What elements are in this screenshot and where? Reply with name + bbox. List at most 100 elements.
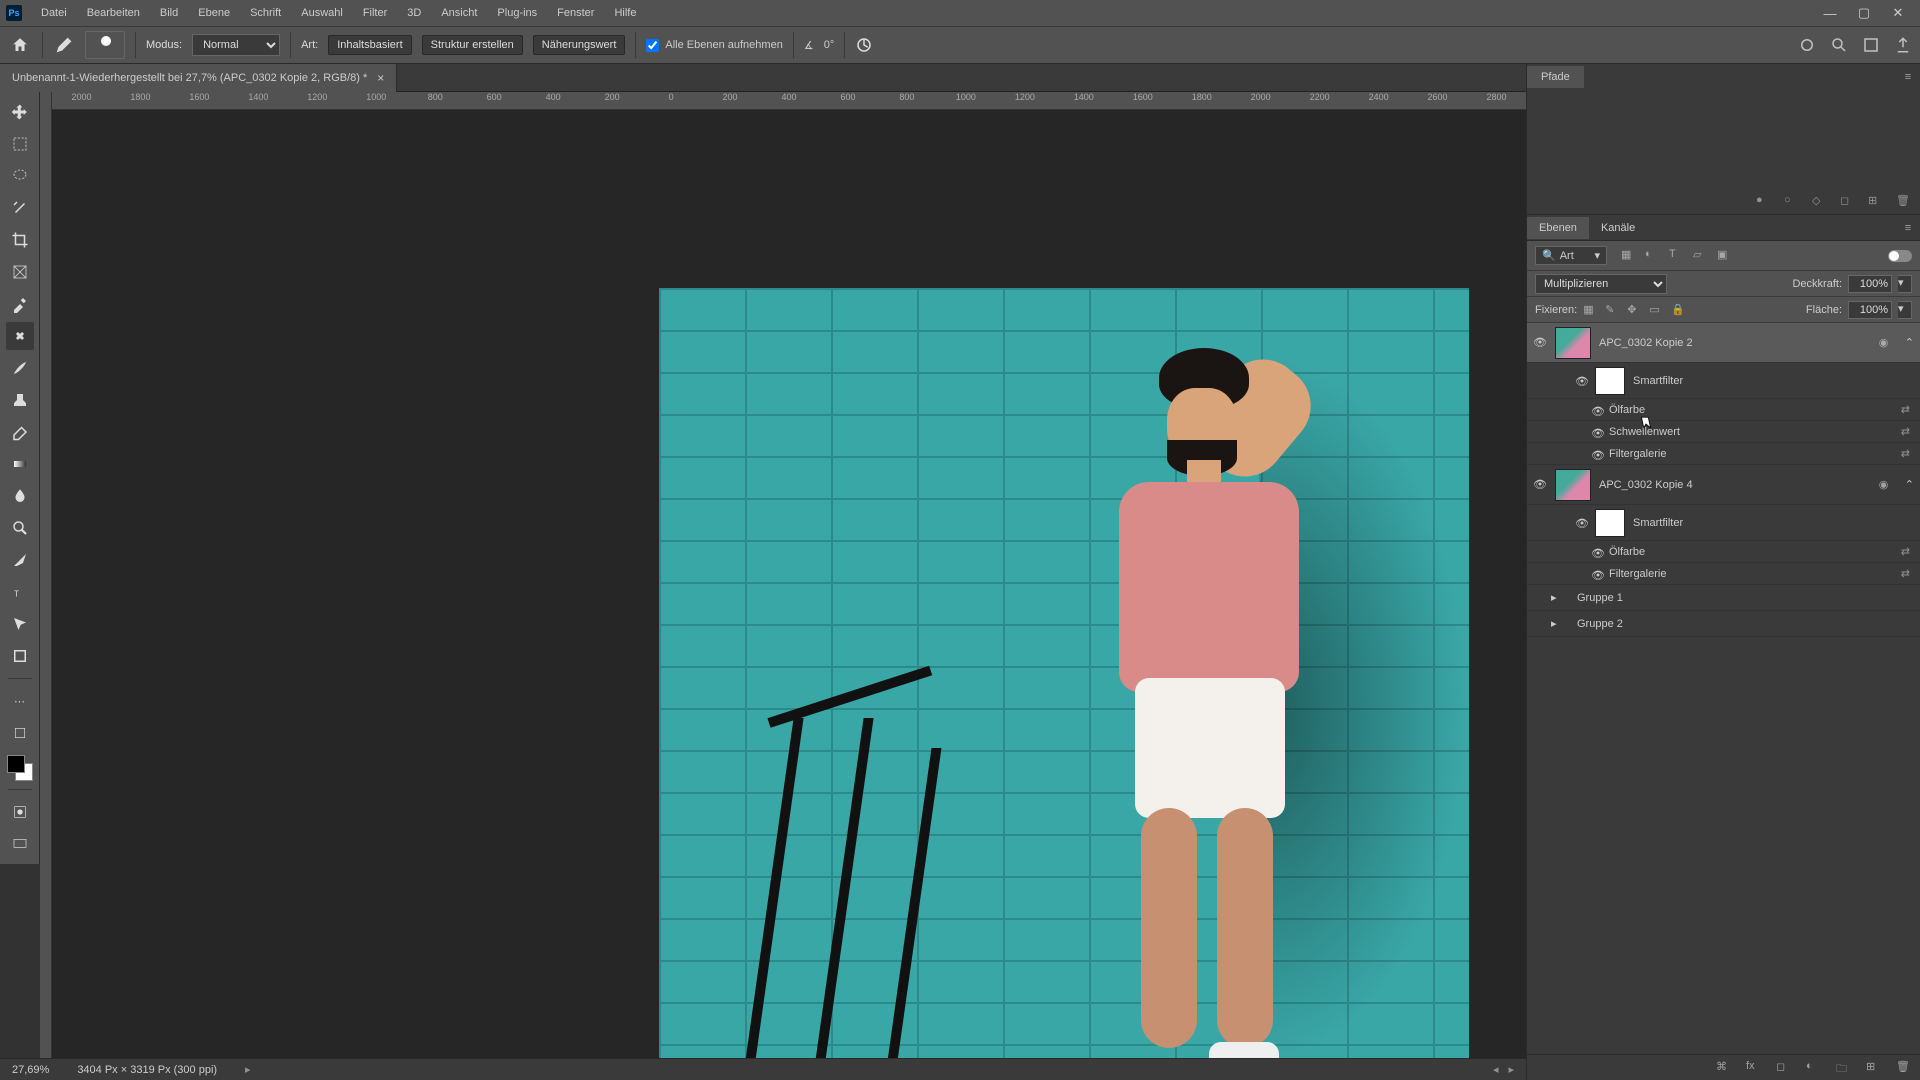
share-icon[interactable] [1894, 36, 1912, 54]
workspace-icon[interactable] [1862, 36, 1880, 54]
frame-tool[interactable] [6, 258, 34, 286]
blur-tool[interactable] [6, 482, 34, 510]
visibility-icon[interactable]: 👁 [1591, 427, 1601, 437]
panel-menu-icon[interactable]: ≡ [1896, 71, 1920, 83]
opacity-dropdown[interactable]: ▾ [1898, 275, 1912, 293]
smartfilter-row[interactable]: 👁 Smartfilter [1527, 505, 1920, 541]
filter-options-icon[interactable]: ⇄ [1901, 545, 1910, 558]
path-stroke-icon[interactable]: ○ [1784, 194, 1800, 210]
filter-options-icon[interactable]: ⇄ [1901, 425, 1910, 438]
path-new-icon[interactable]: ⊞ [1868, 194, 1884, 210]
menu-auswahl[interactable]: Auswahl [292, 3, 352, 23]
lock-pixels-icon[interactable]: ▦ [1583, 303, 1597, 317]
smart-filter-badge-icon[interactable]: ◉ [1879, 478, 1893, 492]
visibility-icon[interactable]: 👁 [1575, 517, 1587, 529]
color-swatch[interactable] [7, 755, 33, 781]
fx-icon[interactable]: fx [1746, 1060, 1762, 1076]
ruler-horizontal[interactable]: 2000 1800 1600 1400 1200 1000 800 600 40… [52, 92, 1526, 110]
filter-row[interactable]: 👁Filtergalerie⇄ [1527, 563, 1920, 585]
chk-alle-ebenen-box[interactable] [646, 39, 659, 52]
expand-icon[interactable]: ▸ [1551, 591, 1561, 604]
lock-brush-icon[interactable]: ✎ [1605, 303, 1619, 317]
expand-icon[interactable]: ▸ [1551, 617, 1561, 630]
layer-name[interactable]: APC_0302 Kopie 4 [1599, 479, 1871, 491]
scroll-left-icon[interactable]: ◂ [1493, 1063, 1499, 1076]
cloud-icon[interactable] [1798, 36, 1816, 54]
group-row[interactable]: ▸ Gruppe 1 [1527, 585, 1920, 611]
layer-thumbnail[interactable] [1555, 327, 1591, 359]
quickmask-tool[interactable] [6, 798, 34, 826]
filter-row[interactable]: 👁Filtergalerie⇄ [1527, 443, 1920, 465]
btn-struktur[interactable]: Struktur erstellen [422, 35, 523, 55]
visibility-icon[interactable]: 👁 [1591, 547, 1601, 557]
tab-pfade[interactable]: Pfade [1527, 66, 1584, 88]
smartfilter-row[interactable]: 👁 Smartfilter [1527, 363, 1920, 399]
menu-schrift[interactable]: Schrift [241, 3, 290, 23]
smart-filter-badge-icon[interactable]: ◉ [1879, 336, 1893, 350]
close-button[interactable]: ✕ [1882, 3, 1914, 23]
filter-options-icon[interactable]: ⇄ [1901, 567, 1910, 580]
zoom-level[interactable]: 27,69% [12, 1064, 49, 1076]
filter-smart-icon[interactable]: ▣ [1717, 248, 1733, 264]
doc-dimensions[interactable]: 3404 Px × 3319 Px (300 ppi) [77, 1064, 217, 1076]
shape-tool[interactable] [6, 642, 34, 670]
filter-row[interactable]: 👁Schwellenwert⇄ [1527, 421, 1920, 443]
document-tab[interactable]: Unbenannt-1-Wiederhergestellt bei 27,7% … [0, 64, 397, 92]
minimize-button[interactable]: — [1814, 3, 1846, 23]
path-selection-icon[interactable]: ◇ [1812, 194, 1828, 210]
crop-tool[interactable] [6, 226, 34, 254]
layer-name[interactable]: APC_0302 Kopie 2 [1599, 337, 1871, 349]
more-tools[interactable]: ⋯ [6, 687, 34, 715]
lock-all-icon[interactable]: 🔒 [1671, 303, 1685, 317]
menu-fenster[interactable]: Fenster [548, 3, 603, 23]
stamp-tool[interactable] [6, 386, 34, 414]
path-fill-icon[interactable]: ● [1756, 194, 1772, 210]
btn-naeherung[interactable]: Näherungswert [533, 35, 626, 55]
eyedropper-tool[interactable] [6, 290, 34, 318]
chk-alle-ebenen[interactable]: Alle Ebenen aufnehmen [646, 39, 782, 52]
expand-icon[interactable]: ⌃ [1905, 478, 1914, 491]
menu-hilfe[interactable]: Hilfe [605, 3, 645, 23]
eraser-tool[interactable] [6, 418, 34, 446]
layer-filter-select[interactable]: 🔍 Art ▾ [1535, 246, 1607, 265]
path-delete-icon[interactable]: 🗑 [1896, 194, 1912, 210]
menu-bild[interactable]: Bild [151, 3, 187, 23]
panel-menu-icon[interactable]: ≡ [1896, 222, 1920, 234]
scroll-right-icon[interactable]: ▸ [1508, 1063, 1514, 1076]
move-tool[interactable] [6, 98, 34, 126]
tab-ebenen[interactable]: Ebenen [1527, 217, 1589, 239]
lock-move-icon[interactable]: ✥ [1627, 303, 1641, 317]
link-icon[interactable]: ⌘ [1716, 1060, 1732, 1076]
delete-icon[interactable]: 🗑 [1896, 1060, 1912, 1076]
layer-row[interactable]: 👁 APC_0302 Kopie 4 ◉ ⌃ [1527, 465, 1920, 505]
angle-icon[interactable]: ∡ [804, 39, 814, 52]
angle-value[interactable]: 0° [824, 39, 835, 51]
menu-filter[interactable]: Filter [354, 3, 396, 23]
menu-bearbeiten[interactable]: Bearbeiten [78, 3, 149, 23]
filter-shape-icon[interactable]: ▱ [1693, 248, 1709, 264]
heal-tool[interactable] [6, 322, 34, 350]
modus-select[interactable]: Normal [192, 34, 280, 56]
filter-pixel-icon[interactable]: ▦ [1621, 248, 1637, 264]
btn-inhaltsbasiert[interactable]: Inhaltsbasiert [328, 35, 411, 55]
group-name[interactable]: Gruppe 2 [1577, 618, 1623, 630]
path-tool[interactable] [6, 610, 34, 638]
group-icon[interactable]: 🗀 [1836, 1060, 1852, 1076]
menu-ansicht[interactable]: Ansicht [432, 3, 486, 23]
layer-row[interactable]: 👁 APC_0302 Kopie 2 ◉ ⌃ [1527, 323, 1920, 363]
close-tab-icon[interactable]: × [377, 71, 384, 85]
screenmode-tool[interactable] [6, 830, 34, 858]
group-row[interactable]: ▸ Gruppe 2 [1527, 611, 1920, 637]
menu-ebene[interactable]: Ebene [189, 3, 239, 23]
filter-type-icon[interactable]: T [1669, 248, 1685, 264]
visibility-icon[interactable]: 👁 [1575, 375, 1587, 387]
visibility-icon[interactable]: 👁 [1591, 449, 1601, 459]
home-icon[interactable] [8, 33, 32, 57]
pen-tool[interactable] [6, 546, 34, 574]
brush-tool[interactable] [6, 354, 34, 382]
lock-artboard-icon[interactable]: ▭ [1649, 303, 1663, 317]
canvas[interactable] [52, 110, 1526, 1058]
filter-row[interactable]: 👁Ölfarbe⇄ [1527, 541, 1920, 563]
opacity-input[interactable] [1848, 275, 1892, 293]
expand-icon[interactable]: ⌃ [1905, 336, 1914, 349]
